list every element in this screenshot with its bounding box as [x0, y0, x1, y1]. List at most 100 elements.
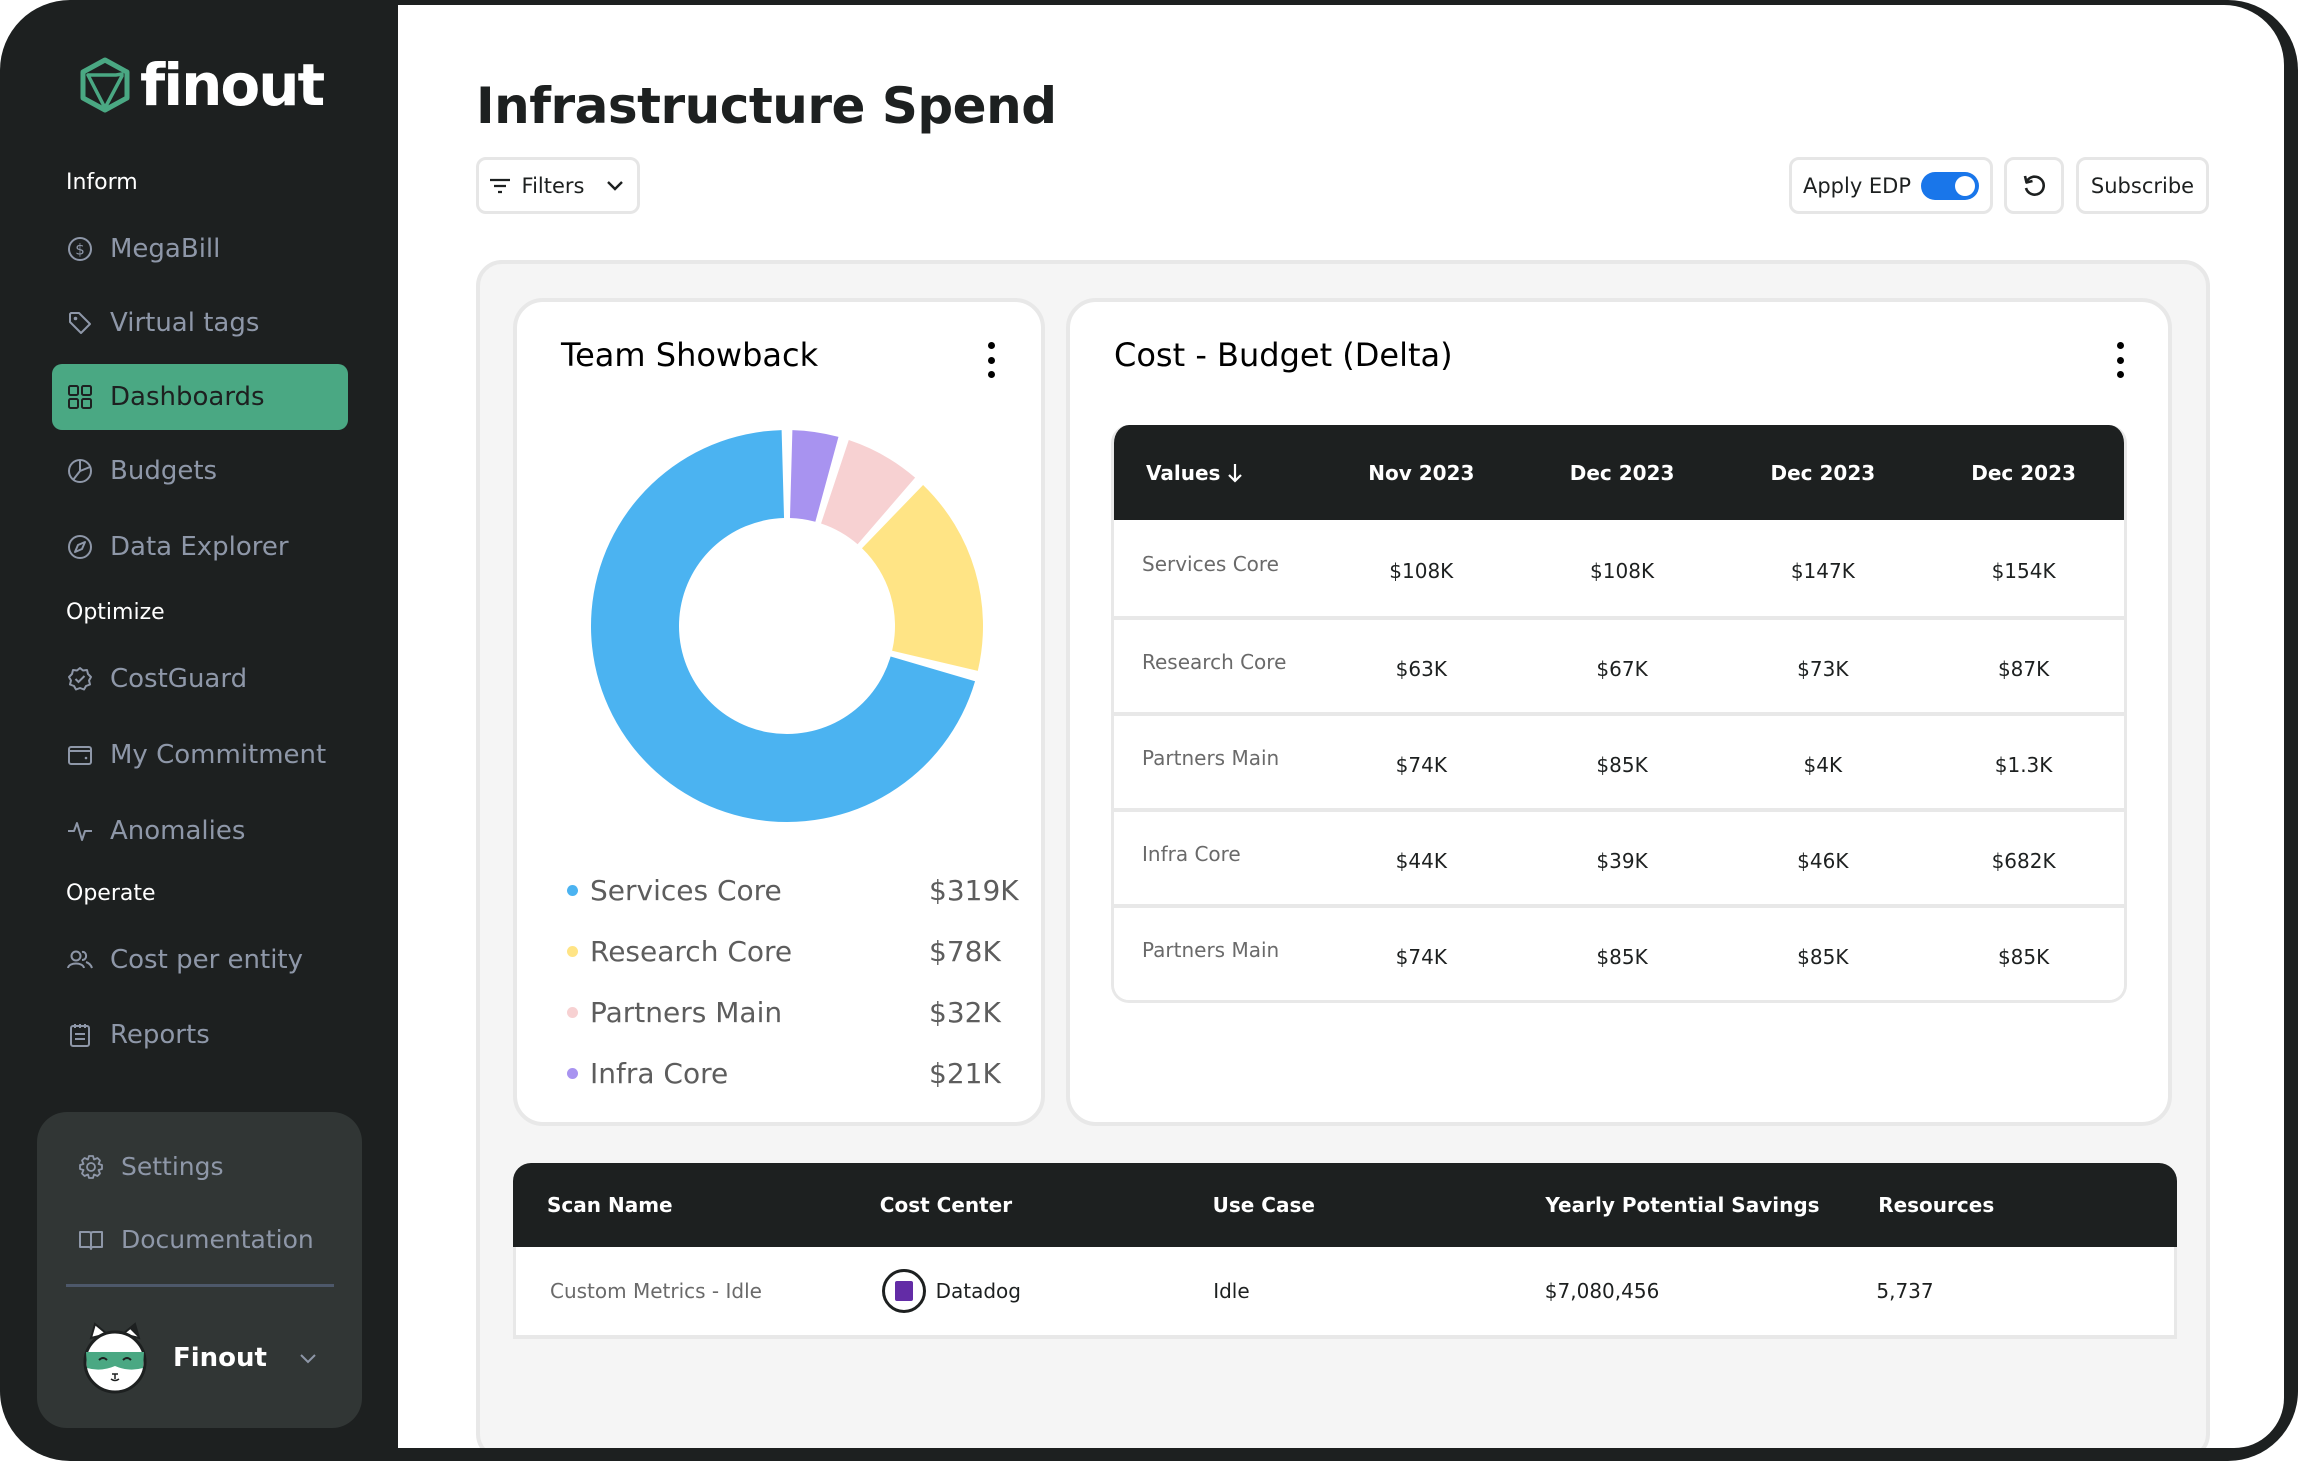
table-cell: $74K [1395, 945, 1447, 969]
svg-text:$: $ [75, 241, 85, 259]
table-cell: $108K [1590, 559, 1655, 583]
filter-icon [489, 178, 510, 193]
sidebar-item-anomalies[interactable]: Anomalies [52, 798, 348, 864]
column-header[interactable]: Use Case [1179, 1193, 1512, 1217]
pie-icon [68, 459, 92, 483]
sidebar-bottom-panel: Settings Documentation Finout [37, 1112, 362, 1428]
table-cell: $87K [1997, 657, 2050, 681]
sidebar-item-label: Dashboards [110, 382, 265, 412]
table-header: Values Nov 2023 Dec 2023 Dec 2023 Dec 20… [1114, 425, 2124, 520]
table-row[interactable]: Partners Main $74K $85K $4K $1.3K [1114, 712, 2124, 808]
column-header[interactable]: Resources [1844, 1193, 2177, 1217]
tag-icon [69, 312, 91, 334]
table-cell: $1.3K [1994, 753, 2053, 777]
legend-dot [567, 885, 578, 896]
grid-icon [68, 385, 92, 409]
sidebar-item-label: Virtual tags [110, 308, 260, 338]
page-title: Infrastructure Spend [476, 77, 1057, 135]
subscribe-button[interactable]: Subscribe [2076, 157, 2209, 214]
column-header[interactable]: Dec 2023 [1722, 461, 1923, 485]
column-header[interactable]: Nov 2023 [1321, 461, 1522, 485]
table-cell: $108K [1389, 559, 1454, 583]
column-header[interactable]: Yearly Potential Savings [1511, 1193, 1844, 1217]
row-label: Partners Main [1142, 746, 1280, 770]
sidebar-item-label: My Commitment [110, 740, 327, 770]
sidebar-item-label: MegaBill [110, 234, 221, 264]
table-cell: $73K [1797, 657, 1849, 681]
table-row[interactable]: Partners Main $74K $85K $85K $85K [1114, 904, 2124, 1000]
legend-item[interactable]: Partners Main $32K [567, 982, 1007, 1043]
documentation-link[interactable]: Documentation [77, 1225, 314, 1254]
section-label-optimize: Optimize [66, 600, 165, 625]
table-row[interactable]: Research Core $63K $67K $73K $87K [1114, 616, 2124, 712]
brand-name: finout [140, 51, 325, 119]
divider [66, 1284, 334, 1287]
sidebar-item-dashboards[interactable]: Dashboards [52, 364, 348, 430]
table-cell: $74K [1395, 753, 1447, 777]
toggle-knob [1955, 175, 1976, 196]
dollar-circle-icon: $ [68, 237, 92, 261]
table-cell: $67K [1596, 657, 1648, 681]
book-icon [79, 1230, 103, 1250]
compass-icon [68, 535, 92, 559]
table-cell: $85K [1797, 945, 1849, 969]
user-menu[interactable]: Finout [79, 1322, 319, 1394]
table-row[interactable]: Custom Metrics - Idle Datadog Idle $7,08… [513, 1247, 2177, 1339]
column-header[interactable]: Cost Center [846, 1193, 1179, 1217]
sidebar-item-data-explorer[interactable]: Data Explorer [52, 514, 348, 580]
column-header[interactable]: Dec 2023 [1522, 461, 1723, 485]
sidebar-item-cost-per-entity[interactable]: Cost per entity [52, 927, 348, 993]
refresh-button[interactable] [2004, 157, 2064, 214]
apply-edp-toggle[interactable] [1921, 171, 1980, 200]
device-frame: finout Inform $ MegaBill Virtual tags Da… [0, 0, 2298, 1461]
sidebar-item-virtual-tags[interactable]: Virtual tags [52, 290, 348, 356]
sidebar-item-budgets[interactable]: Budgets [52, 438, 348, 504]
chart-legend: Services Core $319K Research Core $78K Partn… [567, 860, 1019, 1104]
column-header[interactable]: Dec 2023 [1923, 461, 2124, 485]
legend-item[interactable]: Research Core $78K [567, 921, 1007, 982]
apply-edp-label: Apply EDP [1802, 173, 1912, 198]
settings-link[interactable]: Settings [77, 1152, 224, 1181]
avatar [83, 1322, 147, 1394]
activity-icon [68, 822, 92, 841]
filters-label: Filters [521, 173, 585, 198]
table-cell: $682K [1991, 849, 2056, 873]
row-label: Partners Main [1142, 938, 1280, 962]
table-row[interactable]: Infra Core $44K $39K $46K $682K [1114, 808, 2124, 904]
team-showback-widget: Team Showback Services Core $319K Research… [513, 298, 1045, 1126]
table-cell: $4K [1803, 753, 1843, 777]
cost-budget-widget: Cost - Budget (Delta) Values Nov 2023 De… [1066, 298, 2172, 1126]
table-cell: $85K [1596, 945, 1648, 969]
settings-label: Settings [121, 1152, 224, 1181]
column-header-values[interactable]: Values [1114, 461, 1321, 485]
finout-logo[interactable]: finout [76, 51, 325, 119]
column-header[interactable]: Scan Name [513, 1193, 846, 1217]
scan-table: Scan Name Cost Center Use Case Yearly Po… [513, 1163, 2177, 1339]
sidebar-item-label: Reports [110, 1020, 210, 1050]
sidebar-item-label: CostGuard [110, 664, 248, 694]
table-row[interactable]: Services Core $108K $108K $147K $154K [1114, 520, 2124, 616]
legend-value: $78K [929, 935, 1001, 968]
sidebar-item-label: Data Explorer [110, 532, 289, 562]
arrow-down-icon [1228, 463, 1243, 483]
more-options-icon[interactable] [981, 342, 1001, 378]
sidebar: finout Inform $ MegaBill Virtual tags Da… [0, 0, 398, 1461]
row-label: Research Core [1142, 650, 1287, 674]
more-options-icon[interactable] [2110, 342, 2130, 378]
table-cell: $44K [1395, 849, 1447, 873]
sidebar-item-reports[interactable]: Reports [52, 1002, 348, 1068]
sidebar-item-label: Cost per entity [110, 945, 303, 975]
sidebar-item-megabill[interactable]: $ MegaBill [52, 216, 348, 282]
dashboard-container: Team Showback Services Core $319K Research… [476, 260, 2210, 1448]
yearly-savings: $7,080,456 [1544, 1279, 1660, 1303]
datadog-logo-icon [881, 1269, 926, 1313]
wallet-icon [68, 746, 92, 765]
legend-item[interactable]: Infra Core $21K [567, 1043, 1007, 1104]
section-label-operate: Operate [66, 881, 156, 906]
table-header: Scan Name Cost Center Use Case Yearly Po… [513, 1163, 2177, 1247]
calendar-doc-icon [70, 1024, 90, 1047]
filters-button[interactable]: Filters [476, 157, 640, 214]
legend-item[interactable]: Services Core $319K [567, 860, 1019, 921]
sidebar-item-my-commitment[interactable]: My Commitment [52, 722, 348, 788]
sidebar-item-costguard[interactable]: CostGuard [52, 646, 348, 712]
